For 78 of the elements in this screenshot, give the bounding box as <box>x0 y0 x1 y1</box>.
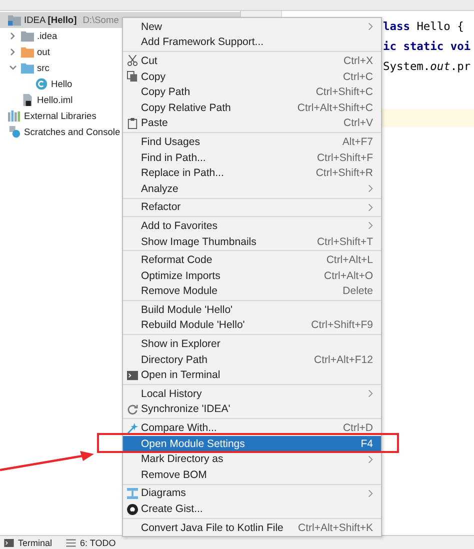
code-line: ic static voi <box>383 39 471 55</box>
shortcut-label: Ctrl+Alt+F12 <box>314 354 373 366</box>
clipboard-icon <box>126 118 138 129</box>
menu-item[interactable]: Paste Ctrl+V <box>123 116 381 132</box>
shortcut-label: Ctrl+Alt+O <box>324 270 373 282</box>
menu-item[interactable]: Replace in Path... Ctrl+Shift+R <box>123 165 381 181</box>
tool-window-button[interactable]: Terminal <box>18 538 52 548</box>
menu-item[interactable]: Copy Path Ctrl+Shift+C <box>123 84 381 100</box>
shortcut-label: F4 <box>360 438 373 450</box>
shortcut-label: Ctrl+V <box>344 117 373 130</box>
tree-label: External Libraries <box>24 111 96 121</box>
shortcut-label: Ctrl+Shift+T <box>316 236 373 248</box>
menu-item[interactable]: Open Module Settings F4 <box>123 436 381 452</box>
menu-item[interactable]: Show Image Thumbnails Ctrl+Shift+T <box>123 234 381 250</box>
menu-item[interactable]: Remove BOM <box>123 467 381 483</box>
menu-item[interactable]: Local History <box>123 386 381 402</box>
menu-item[interactable]: Optimize Imports Ctrl+Alt+O <box>123 268 381 284</box>
menu-item[interactable]: Rebuild Module 'Hello' Ctrl+Shift+F9 <box>123 318 381 334</box>
tree-label: Hello.iml <box>37 95 73 105</box>
menu-item[interactable]: Refactor <box>123 200 381 216</box>
libraries-icon <box>8 110 21 122</box>
menu-item[interactable]: Convert Java File to Kotlin File Ctrl+Alt+Shift+K <box>123 520 381 536</box>
menu-item[interactable]: Add to Favorites <box>123 218 381 234</box>
tree-label: Scratches and Console <box>24 127 120 137</box>
menu-item[interactable]: Show in Explorer <box>123 336 381 352</box>
menu-item[interactable]: Diagrams <box>123 486 381 502</box>
shortcut-label: Ctrl+Alt+Shift+K <box>298 522 373 534</box>
shortcut-label: Ctrl+C <box>342 70 373 83</box>
shortcut-label: Ctrl+Alt+L <box>326 254 373 266</box>
sync-icon <box>126 404 138 415</box>
menu-item[interactable]: Mark Directory as <box>123 451 381 468</box>
menu-item[interactable]: Remove Module Delete <box>123 284 381 300</box>
shortcut-label: Ctrl+Alt+Shift+C <box>297 102 373 114</box>
tree-label: src <box>37 63 50 73</box>
menu-item[interactable]: Analyze <box>123 180 381 197</box>
tree-label: .idea <box>37 31 58 41</box>
shortcut-label: Ctrl+X <box>344 54 373 67</box>
tree-label: Hello <box>51 79 72 89</box>
copy-icon <box>126 71 138 82</box>
shortcut-label: Ctrl+Shift+R <box>316 167 373 180</box>
file-icon <box>21 94 34 106</box>
shortcut-label: Alt+F7 <box>342 136 373 148</box>
module-folder-icon <box>8 14 21 26</box>
shortcut-label: Ctrl+Shift+C <box>316 86 373 98</box>
shortcut-label: Ctrl+D <box>342 422 373 434</box>
menu-item[interactable]: Copy Ctrl+C <box>123 68 381 84</box>
tree-label: out <box>37 47 50 57</box>
menu-item[interactable]: Directory Path Ctrl+Alt+F12 <box>123 352 381 368</box>
tool-window-button[interactable]: 6: TODO <box>80 538 116 548</box>
module-path: D:\Some <box>82 15 119 25</box>
code-line: System.out.pr <box>383 59 471 75</box>
menu-item[interactable]: Add Framework Support... <box>123 34 381 50</box>
shortcut-label: Ctrl+Shift+F9 <box>311 319 373 332</box>
code-line: lass Hello { <box>383 19 465 35</box>
menu-item[interactable]: Synchronize 'IDEA' <box>123 402 381 418</box>
diagram-icon <box>126 488 138 499</box>
menu-item[interactable]: Reformat Code Ctrl+Alt+L <box>123 252 381 268</box>
compare-icon <box>126 422 138 434</box>
folder-icon <box>21 46 34 58</box>
menu-item[interactable]: Cut Ctrl+X <box>123 53 381 69</box>
terminal-icon[interactable] <box>4 538 14 546</box>
scissors-icon <box>126 55 138 66</box>
shortcut-label: Ctrl+Shift+F <box>316 152 373 164</box>
menu-item[interactable]: Open in Terminal <box>123 367 381 384</box>
terminal-icon <box>126 370 138 381</box>
folder-icon <box>21 30 34 42</box>
list-icon[interactable] <box>66 538 76 546</box>
tree-label: IDEA [Hello] <box>24 15 77 25</box>
menu-item[interactable]: Find in Path... Ctrl+Shift+F <box>123 150 381 166</box>
menu-item[interactable]: Compare With... Ctrl+D <box>123 420 381 436</box>
menu-item[interactable]: Build Module 'Hello' <box>123 302 381 318</box>
shortcut-label: Delete <box>342 285 373 298</box>
class-icon <box>35 78 48 90</box>
menu-item[interactable]: Create Gist... <box>123 501 381 517</box>
scratches-icon <box>8 126 21 138</box>
folder-icon <box>21 62 34 74</box>
menu-item[interactable]: Find Usages Alt+F7 <box>123 134 381 150</box>
menu-item[interactable]: Copy Relative Path Ctrl+Alt+Shift+C <box>123 100 381 116</box>
